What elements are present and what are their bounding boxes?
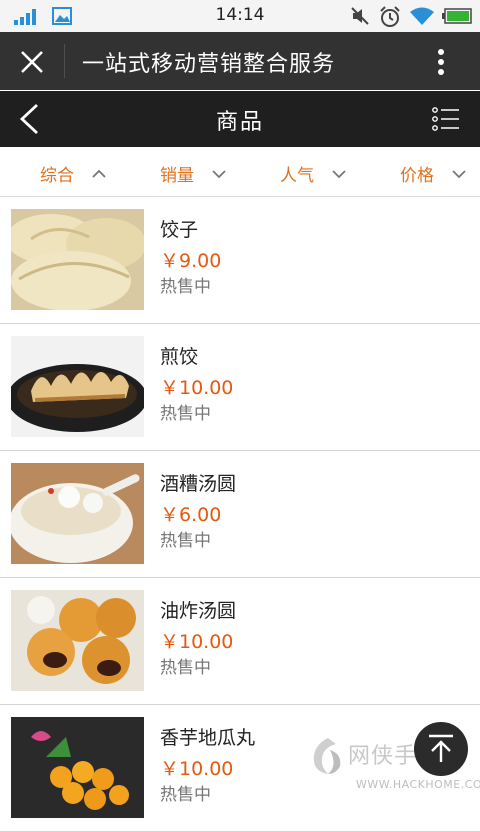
sort-price[interactable]: 价格 [360, 148, 480, 196]
app-title: 一站式移动营销整合服务 [82, 52, 336, 77]
sort-sales[interactable]: 销量 [120, 148, 240, 196]
product-price: ￥10.00 [160, 631, 234, 653]
product-name: 香芋地瓜丸 [160, 727, 256, 749]
list-view-icon[interactable] [432, 107, 460, 131]
sort-label: 销量 [160, 166, 194, 186]
product-status: 热售中 [160, 785, 211, 805]
page-title: 商品 [215, 110, 264, 135]
wifi-icon [410, 7, 434, 25]
status-bar: 14:14 [0, 0, 480, 32]
battery-icon [442, 8, 472, 24]
chevron-down-icon [332, 170, 346, 179]
product-list: 饺子 ￥9.00 热售中 煎饺 ￥10.00 热售中 酒糟汤圆 ￥6.00 热售… [0, 197, 480, 832]
product-name: 饺子 [160, 219, 199, 241]
more-options-icon[interactable] [436, 48, 446, 76]
sort-bar: 综合 销量 人气 价格 [0, 148, 480, 197]
product-item[interactable]: 饺子 ￥9.00 热售中 [0, 197, 480, 324]
sort-popularity[interactable]: 人气 [240, 148, 360, 196]
app-title-bar: 一站式移动营销整合服务 [0, 32, 480, 90]
product-name: 煎饺 [160, 346, 199, 368]
title-divider [64, 44, 65, 78]
alarm-icon [380, 6, 400, 27]
product-status: 热售中 [160, 531, 211, 551]
product-name: 酒糟汤圆 [160, 473, 237, 495]
chevron-down-icon [452, 170, 466, 179]
arrow-up-icon [429, 734, 453, 762]
product-image-dumplings [11, 209, 144, 310]
product-name: 油炸汤圆 [160, 600, 237, 622]
chevron-down-icon [212, 170, 226, 179]
product-image-taro-balls [11, 717, 144, 818]
product-price: ￥6.00 [160, 504, 222, 526]
product-status: 热售中 [160, 277, 211, 297]
product-price: ￥10.00 [160, 758, 234, 780]
close-icon[interactable] [20, 50, 44, 74]
product-price: ￥9.00 [160, 250, 222, 272]
chevron-up-icon [92, 169, 106, 178]
product-item[interactable]: 香芋地瓜丸 ￥10.00 热售中 [0, 705, 480, 832]
sort-label: 人气 [280, 166, 314, 186]
sort-label: 综合 [40, 166, 74, 186]
page-nav-bar: 商品 [0, 91, 480, 147]
product-item[interactable]: 煎饺 ￥10.00 热售中 [0, 324, 480, 451]
product-status: 热售中 [160, 404, 211, 424]
product-image-rice-wine-tangyuan [11, 463, 144, 564]
product-price: ￥10.00 [160, 377, 234, 399]
product-status: 热售中 [160, 658, 211, 678]
product-image-fried-tangyuan [11, 590, 144, 691]
product-image-fried-dumplings [11, 336, 144, 437]
back-to-top-button[interactable] [414, 722, 468, 776]
product-item[interactable]: 油炸汤圆 ￥10.00 热售中 [0, 578, 480, 705]
sort-label: 价格 [400, 166, 434, 186]
mute-icon [351, 7, 369, 25]
product-item[interactable]: 酒糟汤圆 ￥6.00 热售中 [0, 451, 480, 578]
sort-comprehensive[interactable]: 综合 [0, 148, 120, 196]
